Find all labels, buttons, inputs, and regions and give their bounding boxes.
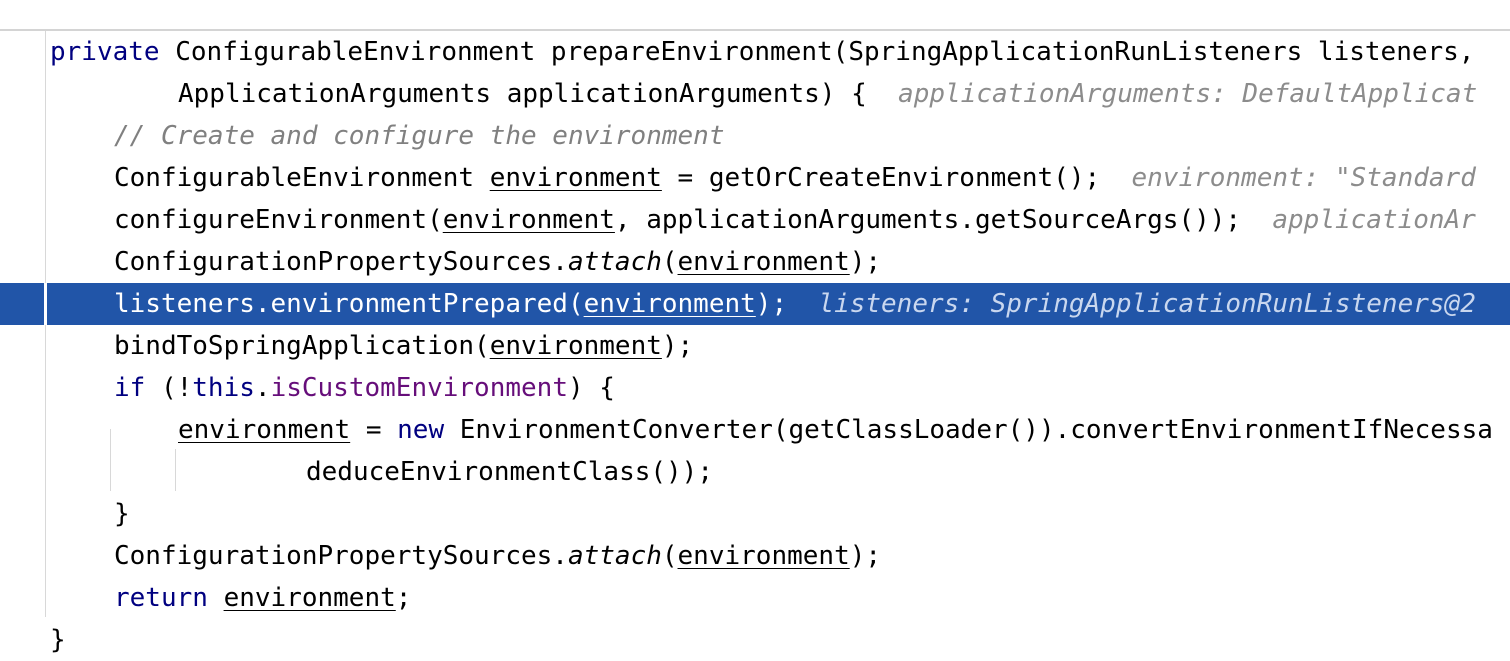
code-text: } (50, 625, 66, 655)
code-text: ConfigurationPropertySources.attach(envi… (114, 247, 882, 277)
execution-line-gutter-mark (44, 283, 47, 325)
code-text: if (!this.isCustomEnvironment) { (114, 373, 615, 403)
inline-debug-value: applicationAr (1241, 205, 1476, 235)
code-line-14[interactable]: return environment; (0, 577, 1510, 619)
inline-debug-value: listeners: SpringApplicationRunListeners… (787, 289, 1476, 319)
code-line-1[interactable]: private ConfigurableEnvironment prepareE… (0, 31, 1510, 73)
inline-debug-value: applicationArguments: DefaultApplicat (866, 79, 1478, 109)
code-text: listeners.environmentPrepared(environmen… (114, 289, 1476, 319)
code-text: deduceEnvironmentClass()); (306, 457, 713, 487)
code-text: environment = new EnvironmentConverter(g… (178, 415, 1493, 445)
code-line-13[interactable]: ConfigurationPropertySources.attach(envi… (0, 535, 1510, 577)
code-line-15[interactable]: } (0, 619, 1510, 661)
code-line-2[interactable]: ApplicationArguments applicationArgument… (0, 73, 1510, 115)
code-text: // Create and configure the environment (114, 115, 724, 157)
code-text: ApplicationArguments applicationArgument… (178, 79, 1478, 109)
code-comment: // Create and configure the environment (114, 121, 725, 151)
code-text: private ConfigurableEnvironment prepareE… (50, 37, 1475, 67)
inline-debug-value: environment: "Standard (1100, 163, 1476, 193)
code-line-9[interactable]: if (!this.isCustomEnvironment) { (0, 367, 1510, 409)
code-line-5[interactable]: configureEnvironment(environment, applic… (0, 199, 1510, 241)
code-text: return environment; (114, 583, 412, 613)
code-line-7-current-execution[interactable]: listeners.environmentPrepared(environmen… (0, 283, 1510, 325)
code-line-3[interactable]: // Create and configure the environment (0, 115, 1510, 157)
code-editor[interactable]: private ConfigurableEnvironment prepareE… (0, 31, 1510, 660)
code-text: } (114, 499, 130, 529)
code-text: bindToSpringApplication(environment); (114, 331, 694, 361)
code-line-8[interactable]: bindToSpringApplication(environment); (0, 325, 1510, 367)
code-line-6[interactable]: ConfigurationPropertySources.attach(envi… (0, 241, 1510, 283)
code-text: configureEnvironment(environment, applic… (114, 205, 1476, 235)
code-line-4[interactable]: ConfigurableEnvironment environment = ge… (0, 157, 1510, 199)
code-line-12[interactable]: } (0, 493, 1510, 535)
code-text: ConfigurationPropertySources.attach(envi… (114, 541, 882, 571)
code-line-11[interactable]: deduceEnvironmentClass()); (0, 451, 1510, 493)
code-text: ConfigurableEnvironment environment = ge… (114, 163, 1476, 193)
code-line-10[interactable]: environment = new EnvironmentConverter(g… (0, 409, 1510, 451)
